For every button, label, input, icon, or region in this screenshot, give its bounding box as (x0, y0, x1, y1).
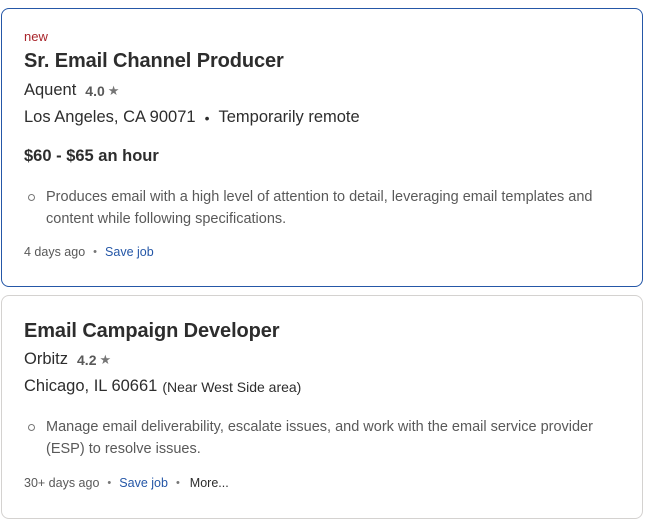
save-job-link[interactable]: Save job (105, 245, 154, 259)
save-job-link[interactable]: Save job (119, 476, 168, 490)
posted-date: 30+ days ago (24, 476, 100, 490)
company-rating: 4.0 (85, 82, 105, 99)
posted-date: 4 days ago (24, 245, 86, 259)
location-area: (Near West Side area) (162, 378, 302, 395)
job-title[interactable]: Sr. Email Channel Producer (24, 50, 284, 73)
company-row: Orbitz 4.2 ★ (24, 350, 111, 369)
star-icon: ★ (107, 82, 120, 98)
separator-dot: • (107, 477, 112, 489)
job-footer: 4 days ago • Save job (24, 245, 154, 259)
company-name: Aquent (24, 81, 77, 99)
separator-dot: • (175, 477, 180, 489)
location-row: Chicago, IL 60661 (Near West Side area) (24, 377, 301, 396)
job-title[interactable]: Email Campaign Developer (24, 320, 280, 343)
separator-dot: • (204, 109, 210, 126)
remote-status: Temporarily remote (218, 108, 360, 126)
salary: $60 - $65 an hour (24, 147, 159, 165)
job-snippet: Produces email with a high level of atte… (24, 186, 606, 230)
more-link[interactable]: More... (190, 476, 229, 490)
job-snippet: Manage email deliverability, escalate is… (24, 416, 621, 460)
job-location: Chicago, IL 60661 (24, 377, 158, 395)
company-name: Orbitz (24, 350, 69, 368)
company-rating: 4.2 (77, 351, 97, 368)
star-icon: ★ (99, 351, 112, 367)
job-footer: 30+ days ago • Save job • More... (24, 476, 229, 490)
job-location: Los Angeles, CA 90071 (24, 108, 196, 126)
job-card[interactable]: Email Campaign Developer Orbitz 4.2 ★ Ch… (1, 295, 643, 519)
job-card[interactable]: new Sr. Email Channel Producer Aquent 4.… (1, 8, 643, 287)
company-row: Aquent 4.0 ★ (24, 81, 119, 100)
separator-dot: • (93, 246, 98, 258)
location-row: Los Angeles, CA 90071 • Temporarily remo… (24, 108, 360, 127)
new-badge: new (24, 29, 48, 44)
